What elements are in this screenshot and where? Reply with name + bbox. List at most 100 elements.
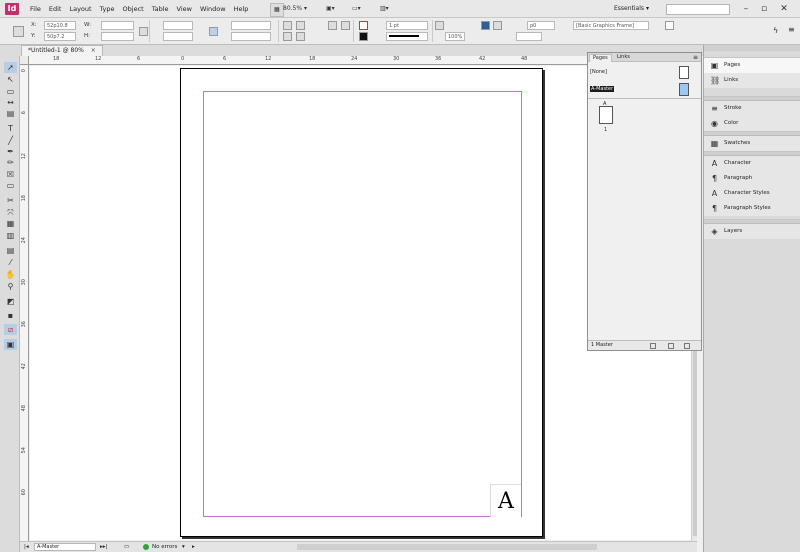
- zoom-tool-icon[interactable]: ⚲: [4, 281, 17, 292]
- scale-x-field[interactable]: [163, 21, 193, 30]
- flip-horizontal-icon[interactable]: [283, 32, 292, 41]
- chevron-right-icon[interactable]: ▸: [192, 542, 195, 552]
- gradient-swatch-tool-icon[interactable]: ▦: [4, 218, 17, 229]
- menu-window[interactable]: Window: [196, 5, 230, 13]
- fill-swatch-icon[interactable]: [359, 21, 368, 30]
- close-icon[interactable]: ×: [91, 47, 96, 54]
- select-container-icon[interactable]: [328, 21, 337, 30]
- direct-selection-tool-icon[interactable]: ↖: [4, 74, 17, 85]
- open-page-icon[interactable]: ▭: [124, 542, 129, 552]
- dock-item-paragraph-styles[interactable]: ¶ Paragraph Styles: [704, 201, 800, 216]
- fill-stroke-icon[interactable]: ◩: [4, 296, 17, 307]
- document-tab[interactable]: *Untitled-1 @ 80% ×: [21, 45, 103, 56]
- menu-object[interactable]: Object: [119, 5, 148, 13]
- rotation-field[interactable]: [231, 21, 271, 30]
- constrain-proportions-icon[interactable]: [139, 27, 148, 36]
- free-transform-tool-icon[interactable]: ⤧: [4, 207, 17, 218]
- scale-y-field[interactable]: [163, 32, 193, 41]
- flip-vertical-icon[interactable]: [296, 32, 305, 41]
- zoom-dropdown[interactable]: 80.5% ▾: [283, 3, 307, 15]
- edit-page-size-icon[interactable]: [650, 343, 656, 349]
- dock-item-color[interactable]: ◉ Color: [704, 116, 800, 131]
- rectangle-frame-tool-icon[interactable]: ☒: [4, 169, 17, 180]
- rectangle-tool-icon[interactable]: ▭: [4, 180, 17, 191]
- first-page-icon[interactable]: |◂: [24, 542, 29, 552]
- workspace-switcher[interactable]: Essentials ▾: [614, 3, 649, 15]
- apply-none-icon[interactable]: ⧄: [4, 324, 17, 335]
- select-content-icon[interactable]: [341, 21, 350, 30]
- dock-item-swatches[interactable]: ▦ Swatches: [704, 136, 800, 151]
- pen-tool-icon[interactable]: ✒: [4, 146, 17, 157]
- close-icon[interactable]: ✕: [777, 2, 791, 16]
- bridge-icon[interactable]: ▦: [270, 3, 284, 17]
- rotate-ccw-icon[interactable]: [296, 21, 305, 30]
- hand-tool-icon[interactable]: ✋: [4, 269, 17, 280]
- dock-item-stroke[interactable]: ≡ Stroke: [704, 101, 800, 116]
- menu-view[interactable]: View: [173, 5, 196, 13]
- pencil-tool-icon[interactable]: ✏: [4, 157, 17, 168]
- constrain-scale-icon[interactable]: [209, 27, 218, 36]
- master-a[interactable]: A-Master: [590, 82, 699, 96]
- columns-field[interactable]: [516, 32, 542, 41]
- document-page[interactable]: A: [180, 68, 543, 537]
- horizontal-scrollbar[interactable]: [297, 544, 597, 550]
- lightning-icon[interactable]: ϟ: [773, 26, 778, 35]
- maximize-icon[interactable]: ▫: [757, 2, 771, 16]
- menu-help[interactable]: Help: [230, 5, 253, 13]
- screen-mode-icon[interactable]: ▭▾: [352, 3, 361, 15]
- preflight-status[interactable]: No errors: [152, 542, 177, 552]
- minimize-icon[interactable]: –: [739, 2, 753, 16]
- effects-icon[interactable]: [435, 21, 444, 30]
- dock-item-pages[interactable]: ▣ Pages: [704, 58, 800, 73]
- menu-table[interactable]: Table: [148, 5, 173, 13]
- delete-page-icon[interactable]: [684, 343, 690, 349]
- master-none[interactable]: [None]: [590, 65, 699, 79]
- dock-item-paragraph[interactable]: ¶ Paragraph: [704, 171, 800, 186]
- view-options-icon[interactable]: ▣▾: [326, 3, 335, 15]
- chevron-down-icon[interactable]: ▾: [182, 542, 185, 552]
- menu-edit[interactable]: Edit: [45, 5, 66, 13]
- width-field[interactable]: [101, 21, 134, 30]
- y-field[interactable]: 50p7.2: [44, 32, 76, 41]
- type-tool-icon[interactable]: T: [4, 123, 17, 134]
- object-style-dropdown[interactable]: [Basic Graphics Frame]: [573, 21, 649, 30]
- selection-tool-icon[interactable]: ➚: [4, 62, 17, 73]
- reference-point-icon[interactable]: [13, 26, 24, 37]
- panel-menu-icon[interactable]: ≡: [693, 53, 698, 62]
- next-page-icon[interactable]: ▸▸|: [100, 542, 107, 552]
- gap-tool-icon[interactable]: ↔: [4, 97, 17, 108]
- dock-item-character-styles[interactable]: A Character Styles: [704, 186, 800, 201]
- height-field[interactable]: [101, 32, 134, 41]
- page-field[interactable]: A-Master: [34, 543, 96, 551]
- formatting-container-icon[interactable]: ▪: [4, 310, 17, 321]
- line-tool-icon[interactable]: ╱: [4, 135, 17, 146]
- rotate-cw-icon[interactable]: [283, 21, 292, 30]
- checkbox-icon[interactable]: [665, 21, 674, 30]
- new-page-icon[interactable]: [668, 343, 674, 349]
- stroke-weight-field[interactable]: 1 pt: [386, 21, 428, 30]
- tab-links[interactable]: Links: [614, 54, 633, 62]
- shear-field[interactable]: [231, 32, 271, 41]
- menu-type[interactable]: Type: [96, 5, 119, 13]
- tab-pages[interactable]: Pages: [589, 54, 612, 62]
- text-wrap-box-icon[interactable]: [493, 21, 502, 30]
- content-collector-icon[interactable]: ▤: [4, 108, 17, 119]
- dock-item-links[interactable]: ⛓ Links: [704, 73, 800, 88]
- arrange-documents-icon[interactable]: ▥▾: [380, 3, 389, 15]
- page-thumbnail[interactable]: [599, 106, 613, 124]
- opacity-field[interactable]: 100%: [445, 32, 465, 41]
- screen-mode-icon[interactable]: ▣: [4, 339, 17, 350]
- stroke-swatch-icon[interactable]: [359, 32, 368, 41]
- text-wrap-none-icon[interactable]: [481, 21, 490, 30]
- gradient-feather-tool-icon[interactable]: ▥: [4, 230, 17, 241]
- dock-item-character[interactable]: A Character: [704, 156, 800, 171]
- panel-menu-icon[interactable]: ≡: [788, 25, 795, 34]
- page-tool-icon[interactable]: ▭: [4, 86, 17, 97]
- menu-file[interactable]: File: [26, 5, 45, 13]
- gap-field[interactable]: p0: [527, 21, 555, 30]
- x-field[interactable]: 52p10.8: [44, 21, 76, 30]
- eyedropper-tool-icon[interactable]: ⁄: [4, 257, 17, 268]
- dock-item-layers[interactable]: ◈ Layers: [704, 224, 800, 239]
- ruler-origin[interactable]: [20, 56, 29, 65]
- note-tool-icon[interactable]: ▤: [4, 245, 17, 256]
